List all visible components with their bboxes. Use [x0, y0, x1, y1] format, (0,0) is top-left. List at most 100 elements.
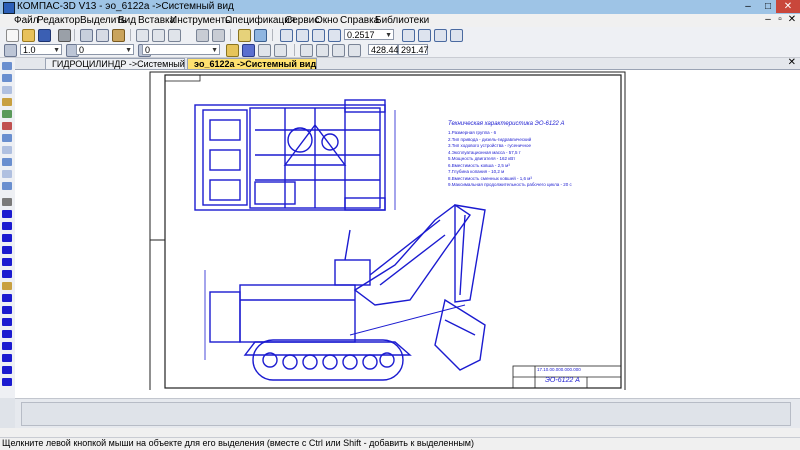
menu-libraries[interactable]: Библиотеки [375, 15, 429, 26]
refresh-icon[interactable] [434, 29, 447, 42]
close-button[interactable]: ✕ [776, 0, 800, 13]
snap-settings-icon[interactable] [316, 44, 329, 57]
arc-icon[interactable] [2, 246, 12, 254]
segment-icon[interactable] [2, 222, 12, 230]
doc-minimize-button[interactable]: – [762, 14, 774, 25]
new-file-icon[interactable] [6, 29, 19, 42]
pan-icon[interactable] [402, 29, 415, 42]
local-cs-icon[interactable] [300, 44, 313, 57]
layer-combo[interactable]: 0 ▼ [76, 44, 134, 55]
separator [294, 44, 295, 56]
menu-view[interactable]: Вид [118, 15, 136, 26]
hatch-icon[interactable] [2, 282, 12, 290]
select-tools-icon[interactable] [2, 146, 12, 154]
mdi-window-controls: – ▫ ✕ [762, 14, 798, 25]
properties-icon[interactable] [136, 29, 149, 42]
drawing-workspace[interactable]: Техническая характеристика ЭО-6122 А 1.Р… [15, 70, 800, 398]
contour-icon[interactable] [2, 342, 12, 350]
title-bar: КОМПАС-3D V13 - эо_6122а ->Системный вид… [0, 0, 800, 15]
rotate-icon[interactable] [418, 29, 431, 42]
zoom-fit-icon[interactable] [328, 29, 341, 42]
variables-icon[interactable] [168, 29, 181, 42]
measure-icon[interactable] [2, 134, 12, 142]
spec-title: Техническая характеристика ЭО-6122 А [448, 121, 565, 127]
chevron-down-icon[interactable]: ▼ [53, 45, 60, 56]
circle-icon[interactable] [2, 234, 12, 242]
point-icon[interactable] [2, 198, 12, 206]
manager-icon[interactable] [152, 29, 165, 42]
print-icon[interactable] [58, 29, 71, 42]
zoom-out-icon[interactable] [312, 29, 325, 42]
chevron-down-icon[interactable]: ▼ [125, 45, 132, 56]
line-style-icon[interactable] [4, 44, 17, 57]
spline-icon[interactable] [2, 294, 12, 302]
spec-list: 1.Размерная группа - 6 2.Тип привода - д… [448, 130, 572, 189]
line-scale-combo[interactable]: 1.0 ▼ [20, 44, 62, 55]
grid-icon[interactable] [258, 44, 271, 57]
doc-close-button[interactable]: ✕ [786, 14, 798, 25]
menu-file[interactable]: Файл [14, 15, 39, 26]
drawing-canvas [149, 71, 626, 393]
pointer-help-icon[interactable] [254, 29, 267, 42]
save-icon[interactable] [38, 29, 51, 42]
edit-icon[interactable] [2, 110, 12, 118]
geometry-icon[interactable] [2, 74, 12, 82]
menu-window[interactable]: Окно [315, 15, 338, 26]
fillet-icon[interactable] [2, 318, 12, 326]
style-combo[interactable]: 0 ▼ [142, 44, 220, 55]
help-icon[interactable] [238, 29, 251, 42]
separator [272, 29, 273, 41]
chamfer-icon[interactable] [2, 330, 12, 338]
panel-pin[interactable] [0, 398, 16, 428]
spec-icon[interactable] [2, 158, 12, 166]
layer-value: 0 [79, 45, 85, 55]
equidistant-icon[interactable] [2, 354, 12, 362]
copy-icon[interactable] [96, 29, 109, 42]
chevron-down-icon[interactable]: ▼ [211, 45, 218, 56]
paste-icon[interactable] [112, 29, 125, 42]
snap-icon[interactable] [226, 44, 239, 57]
close-icon[interactable]: ✕ [788, 57, 796, 68]
coord-y-value: 291.47 [401, 45, 429, 55]
zoom-window-icon[interactable] [280, 29, 293, 42]
insert-icon[interactable] [2, 182, 12, 190]
chevron-down-icon[interactable]: ▼ [385, 30, 392, 41]
show-all-icon[interactable] [450, 29, 463, 42]
rectangle-icon[interactable] [2, 270, 12, 278]
zoom-in-icon[interactable] [296, 29, 309, 42]
cut-icon[interactable] [80, 29, 93, 42]
tab-hydrocylinder[interactable]: ГИДРОЦИЛИНДР ->Системный вид [45, 58, 202, 69]
select-icon[interactable] [2, 62, 12, 70]
current-state-toolbar: 1.0 ▼ 0 ▼ 0 ▼ 428.44 291.47 [0, 43, 800, 58]
symbol-icon[interactable] [2, 98, 12, 106]
coord-y-field[interactable]: 291.47 [398, 44, 429, 55]
color-icon[interactable] [242, 44, 255, 57]
text-icon[interactable] [2, 378, 12, 386]
undo-icon[interactable] [196, 29, 209, 42]
polygon-icon[interactable] [2, 366, 12, 374]
ellipse-icon[interactable] [2, 258, 12, 266]
properties-panel [15, 398, 800, 429]
menu-help[interactable]: Справка [340, 15, 379, 26]
line-icon[interactable] [2, 210, 12, 218]
ortho-icon[interactable] [274, 44, 287, 57]
cursor-icon[interactable] [348, 44, 361, 57]
zoom-value: 0.2517 [347, 30, 375, 40]
round-icon[interactable] [332, 44, 345, 57]
properties-panel-body [21, 402, 791, 426]
standard-toolbar: 0.2517 ▼ [0, 27, 800, 44]
parametrize-icon[interactable] [2, 122, 12, 130]
polyline-icon[interactable] [2, 306, 12, 314]
tab-eo6122a[interactable]: эо_6122а ->Системный вид [187, 58, 317, 69]
compact-toolbar [0, 58, 16, 398]
menu-edit[interactable]: Редактор [37, 15, 80, 26]
open-icon[interactable] [22, 29, 35, 42]
coord-x-field[interactable]: 428.44 [368, 44, 399, 55]
reports-icon[interactable] [2, 170, 12, 178]
menu-tools[interactable]: Инструменты [170, 15, 232, 26]
doc-restore-button[interactable]: ▫ [774, 14, 786, 25]
redo-icon[interactable] [212, 29, 225, 42]
dimension-icon[interactable] [2, 86, 12, 94]
window-title: КОМПАС-3D V13 - эо_6122а ->Системный вид [17, 1, 234, 12]
zoom-combo[interactable]: 0.2517 ▼ [344, 29, 394, 40]
